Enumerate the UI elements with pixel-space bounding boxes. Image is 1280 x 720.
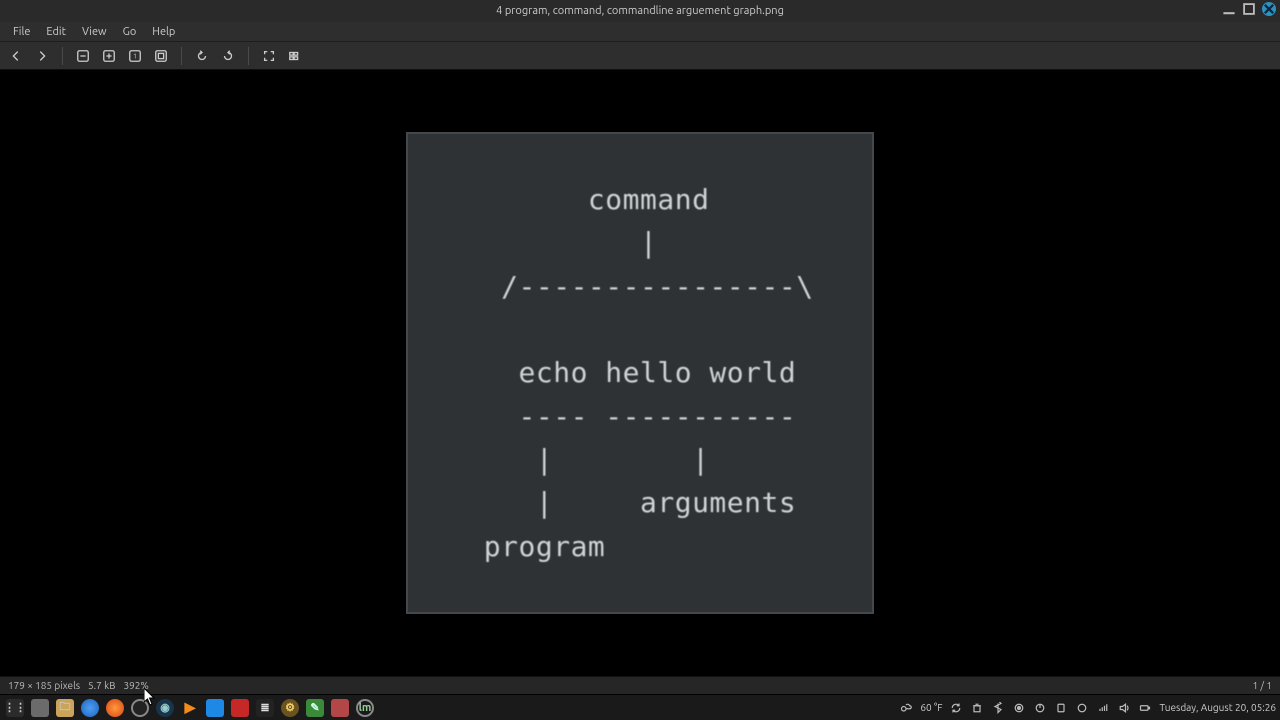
maximize-button[interactable] [1242, 2, 1256, 16]
status-dimensions: 179 × 185 pixels [8, 680, 80, 691]
fullscreen-button[interactable] [257, 45, 281, 67]
vscode-launcher[interactable] [204, 697, 226, 719]
toolbar-separator [181, 47, 182, 65]
record-icon[interactable] [1012, 701, 1026, 715]
status-filesize: 5.7 kB [88, 680, 115, 691]
gallery-button[interactable] [283, 45, 307, 67]
updates-icon[interactable] [949, 701, 963, 715]
htop-launcher[interactable]: ≣ [254, 697, 276, 719]
menu-view[interactable]: View [75, 24, 114, 40]
window-titlebar: 4 program, command, commandline arguemen… [0, 0, 1280, 22]
displayed-image: command | /----------------\ echo hello … [406, 132, 874, 614]
app-launcher-red[interactable] [229, 697, 251, 719]
obs-launcher[interactable] [129, 697, 151, 719]
menu-go[interactable]: Go [116, 24, 144, 40]
zoom-normal-button[interactable]: 1 [123, 45, 147, 67]
files-launcher[interactable]: 🗀 [54, 697, 76, 719]
forward-button[interactable] [30, 45, 54, 67]
power-icon[interactable] [1033, 701, 1047, 715]
menu-help[interactable]: Help [145, 24, 182, 40]
toolbar-separator [62, 47, 63, 65]
settings-launcher[interactable]: ⚙ [279, 697, 301, 719]
menu-bar: File Edit View Go Help [0, 22, 1280, 42]
zoom-fit-button[interactable] [149, 45, 173, 67]
browser-launcher[interactable] [79, 697, 101, 719]
panel-launchers: ⋮⋮ 🗀 ◉ ▶ ≣ ⚙ ✎ lm [4, 697, 376, 719]
window-title: 4 program, command, commandline arguemen… [496, 5, 784, 17]
minimize-button[interactable] [1222, 2, 1236, 16]
show-desktop-launcher[interactable] [29, 697, 51, 719]
menu-file[interactable]: File [6, 24, 37, 40]
sync-icon[interactable] [1075, 701, 1089, 715]
steam-launcher[interactable]: ◉ [154, 697, 176, 719]
text-editor-launcher[interactable]: ✎ [304, 697, 326, 719]
toolbar-separator [248, 47, 249, 65]
battery-icon[interactable] [1138, 701, 1152, 715]
network-icon[interactable] [1096, 701, 1110, 715]
image-viewer-launcher[interactable] [329, 697, 351, 719]
removable-icon[interactable] [1054, 701, 1068, 715]
zoom-out-button[interactable] [71, 45, 95, 67]
panel-tray: 60 °F Tuesday, August 20, 05:26 [899, 701, 1276, 715]
trash-icon[interactable] [970, 701, 984, 715]
image-text-content: command | /----------------\ echo hello … [466, 178, 813, 569]
back-button[interactable] [4, 45, 28, 67]
status-bar: 179 × 185 pixels 5.7 kB 392% 1 / 1 [0, 676, 1280, 694]
rotate-left-button[interactable] [190, 45, 214, 67]
vlc-launcher[interactable]: ▶ [179, 697, 201, 719]
rotate-right-button[interactable] [216, 45, 240, 67]
menu-launcher[interactable]: ⋮⋮ [4, 697, 26, 719]
system-panel: ⋮⋮ 🗀 ◉ ▶ ≣ ⚙ ✎ lm 60 °F Tuesday, August … [0, 694, 1280, 720]
close-button[interactable] [1262, 2, 1276, 16]
menu-edit[interactable]: Edit [39, 24, 73, 40]
svg-text:1: 1 [133, 52, 137, 60]
firefox-launcher[interactable] [104, 697, 126, 719]
status-page: 1 / 1 [1252, 680, 1272, 691]
mint-menu-launcher[interactable]: lm [354, 697, 376, 719]
status-zoom: 392% [123, 680, 148, 691]
image-viewport[interactable]: command | /----------------\ echo hello … [0, 70, 1280, 676]
zoom-in-button[interactable] [97, 45, 121, 67]
weather-text[interactable]: 60 °F [920, 702, 942, 713]
bluetooth-icon[interactable] [991, 701, 1005, 715]
window-controls [1222, 2, 1276, 16]
toolbar: 1 [0, 42, 1280, 70]
weather-icon[interactable] [899, 701, 913, 715]
volume-icon[interactable] [1117, 701, 1131, 715]
clock-text[interactable]: Tuesday, August 20, 05:26 [1159, 702, 1276, 713]
